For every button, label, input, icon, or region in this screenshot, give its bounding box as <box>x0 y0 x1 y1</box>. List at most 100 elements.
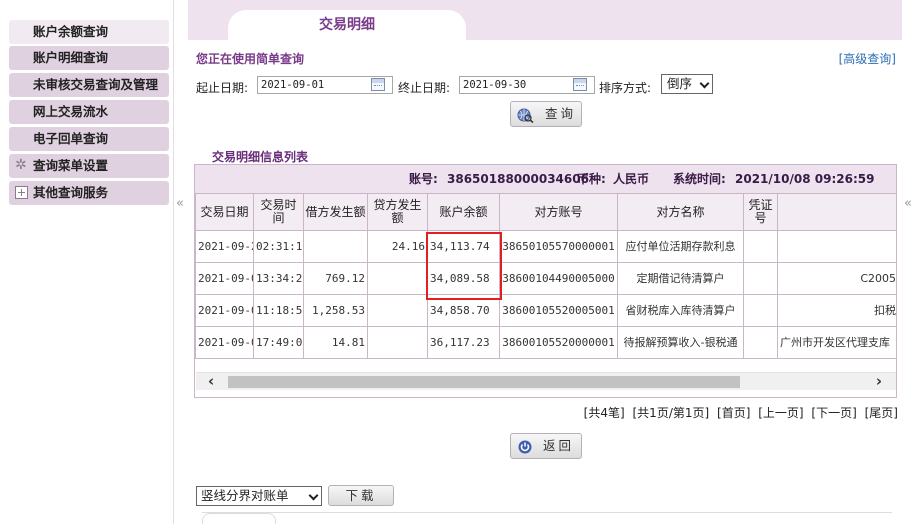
cell-debit <box>303 230 368 263</box>
cell-counter-account: 38600105520000001 <box>499 326 618 359</box>
cell-counter-name: 定期借记待清算户 <box>617 262 744 295</box>
account-label: 账号: <box>409 172 438 186</box>
column-header[interactable] <box>777 193 896 231</box>
footer-tab-outline <box>202 512 892 524</box>
tab-transaction-detail[interactable]: 交易明细 <box>228 10 466 40</box>
sort-select[interactable]: 倒序 <box>661 74 713 94</box>
pager-last-link[interactable]: [尾页] <box>865 406 898 420</box>
collapse-right-icon[interactable]: « <box>904 196 912 211</box>
gear-icon: ✲ <box>15 157 27 173</box>
horizontal-scrollbar[interactable]: ‹ › <box>196 372 896 390</box>
cell-time: 13:34:25 <box>253 262 304 295</box>
column-header[interactable]: 借方发生额 <box>303 193 368 231</box>
cell-credit <box>367 262 428 295</box>
cell-voucher <box>743 230 778 263</box>
pager-next-link[interactable]: [下一页] <box>811 406 856 420</box>
back-button[interactable]: 返回 <box>510 433 582 459</box>
sidebar-item-unaudited-transactions[interactable]: 未审核交易查询及管理 <box>9 73 169 97</box>
cell-credit: 24.16 <box>367 230 428 263</box>
search-button[interactable]: 查询 <box>510 101 582 127</box>
sidebar-item-label: 账户余额查询 <box>33 24 109 39</box>
scroll-left-icon[interactable]: ‹ <box>208 372 214 390</box>
advanced-query-link[interactable]: [高级查询] <box>839 50 896 67</box>
cell-voucher <box>743 262 778 295</box>
cell-debit: 769.12 <box>303 262 368 295</box>
account-number: 38650188000034606 <box>447 172 589 186</box>
end-date-label: 终止日期: <box>398 81 451 95</box>
sidebar-item-label: 账户明细查询 <box>33 50 109 65</box>
cell-extra <box>777 230 896 263</box>
pager-page-info: [共1页/第1页] <box>632 406 710 420</box>
currency-label: 币种: <box>577 172 606 186</box>
sidebar-item-online-flow[interactable]: 网上交易流水 <box>9 100 169 124</box>
cell-counter-account: 38600104490005000 <box>499 262 618 295</box>
column-header[interactable]: 对方账号 <box>499 193 618 231</box>
scroll-right-icon[interactable]: › <box>876 372 882 390</box>
transaction-grid: 账号: 38650188000034606 币种: 人民币 系统时间: 2021… <box>194 164 897 398</box>
search-button-label: 查询 <box>544 106 576 121</box>
download-button[interactable]: 下载 <box>328 485 394 506</box>
sidebar-item-detail-query[interactable]: 账户明细查询 <box>9 46 169 70</box>
sidebar-item-label: 其他查询服务 <box>33 185 109 200</box>
cell-extra: 广州市开发区代理支库 <box>777 326 896 359</box>
sidebar-item-label: 网上交易流水 <box>33 104 109 119</box>
cell-balance: 36,117.23 <box>427 326 500 359</box>
cell-counter-name: 待报解预算收入-银税通 <box>617 326 744 359</box>
cell-debit: 1,258.53 <box>303 294 368 327</box>
cell-balance: 34,858.70 <box>427 294 500 327</box>
query-form: 起止日期: 2021-09-01 终止日期: 2021-09-30 排序方式: … <box>196 74 896 96</box>
column-header[interactable]: 对方名称 <box>617 193 744 231</box>
sidebar-item-e-receipt[interactable]: 电子回单查询 <box>9 127 169 151</box>
column-header[interactable]: 交易时间 <box>253 193 304 231</box>
pager-total: [共4笔] <box>583 406 625 420</box>
calendar-icon[interactable] <box>573 78 587 91</box>
cell-debit: 14.81 <box>303 326 368 359</box>
table-row[interactable]: 2021-09-06 17:49:03 14.81 36,117.23 3860… <box>195 326 896 359</box>
column-header[interactable]: 凭证号 <box>743 193 778 231</box>
system-time-label: 系统时间: <box>673 172 726 186</box>
column-header[interactable]: 交易日期 <box>195 193 254 231</box>
sidebar: 账户余额查询 账户明细查询 未审核交易查询及管理 网上交易流水 电子回单查询 ✲… <box>0 0 174 524</box>
start-date-label: 起止日期: <box>196 81 249 95</box>
column-header[interactable]: 账户余额 <box>427 193 500 231</box>
back-icon <box>518 440 532 453</box>
statement-format-value: 竖线分界对账单 <box>201 488 289 503</box>
cell-counter-account: 38650105570000001 <box>499 230 618 263</box>
cell-credit <box>367 326 428 359</box>
content-area: 您正在使用简单查询 [高级查询] 起止日期: 2021-09-01 终止日期: … <box>188 40 902 524</box>
cell-balance: 34,089.58 <box>427 262 500 295</box>
cell-date: 2021-09-08 <box>195 262 254 295</box>
cell-balance: 34,113.74 <box>427 230 500 263</box>
sidebar-item-label: 电子回单查询 <box>33 131 109 146</box>
back-button-label: 返回 <box>542 438 574 453</box>
system-time-value: 2021/10/08 09:26:59 <box>735 172 875 186</box>
sidebar-group-other-query[interactable]: 其他查询服务 <box>9 181 169 205</box>
cell-voucher <box>743 294 778 327</box>
table-row[interactable]: 2021-09-08 11:18:56 1,258.53 34,858.70 3… <box>195 294 896 327</box>
sidebar-group-menu-settings[interactable]: ✲ 查询菜单设置 <box>9 154 169 178</box>
pager-first-link[interactable]: [首页] <box>717 406 750 420</box>
statement-format-select[interactable]: 竖线分界对账单 <box>196 486 322 506</box>
table-row[interactable]: 2021-09-21 02:31:13 24.16 34,113.74 3865… <box>195 230 896 263</box>
search-globe-icon <box>517 108 534 123</box>
cell-time: 02:31:13 <box>253 230 304 263</box>
cell-date: 2021-09-08 <box>195 294 254 327</box>
table-row[interactable]: 2021-09-08 13:34:25 769.12 34,089.58 386… <box>195 262 896 295</box>
cell-extra: 扣税 <box>777 294 896 327</box>
cell-date: 2021-09-21 <box>195 230 254 263</box>
pager-prev-link[interactable]: [上一页] <box>758 406 803 420</box>
column-header[interactable]: 贷方发生额 <box>367 193 428 231</box>
tab-strip: 交易明细 <box>188 0 902 40</box>
cell-counter-account: 38600105520005001 <box>499 294 618 327</box>
cell-extra: C2005 <box>777 262 896 295</box>
sidebar-item-balance-query[interactable]: 账户余额查询 <box>9 20 169 44</box>
collapse-sidebar-icon[interactable]: « <box>176 196 184 211</box>
cell-counter-name: 省财税库入库待清算户 <box>617 294 744 327</box>
sort-label: 排序方式: <box>599 81 652 95</box>
plus-box-icon <box>15 186 28 199</box>
sidebar-item-label: 查询菜单设置 <box>33 158 109 173</box>
sidebar-item-label: 未审核交易查询及管理 <box>33 77 159 92</box>
sort-select-value: 倒序 <box>667 76 693 91</box>
scrollbar-thumb[interactable] <box>228 376 740 388</box>
calendar-icon[interactable] <box>371 78 385 91</box>
